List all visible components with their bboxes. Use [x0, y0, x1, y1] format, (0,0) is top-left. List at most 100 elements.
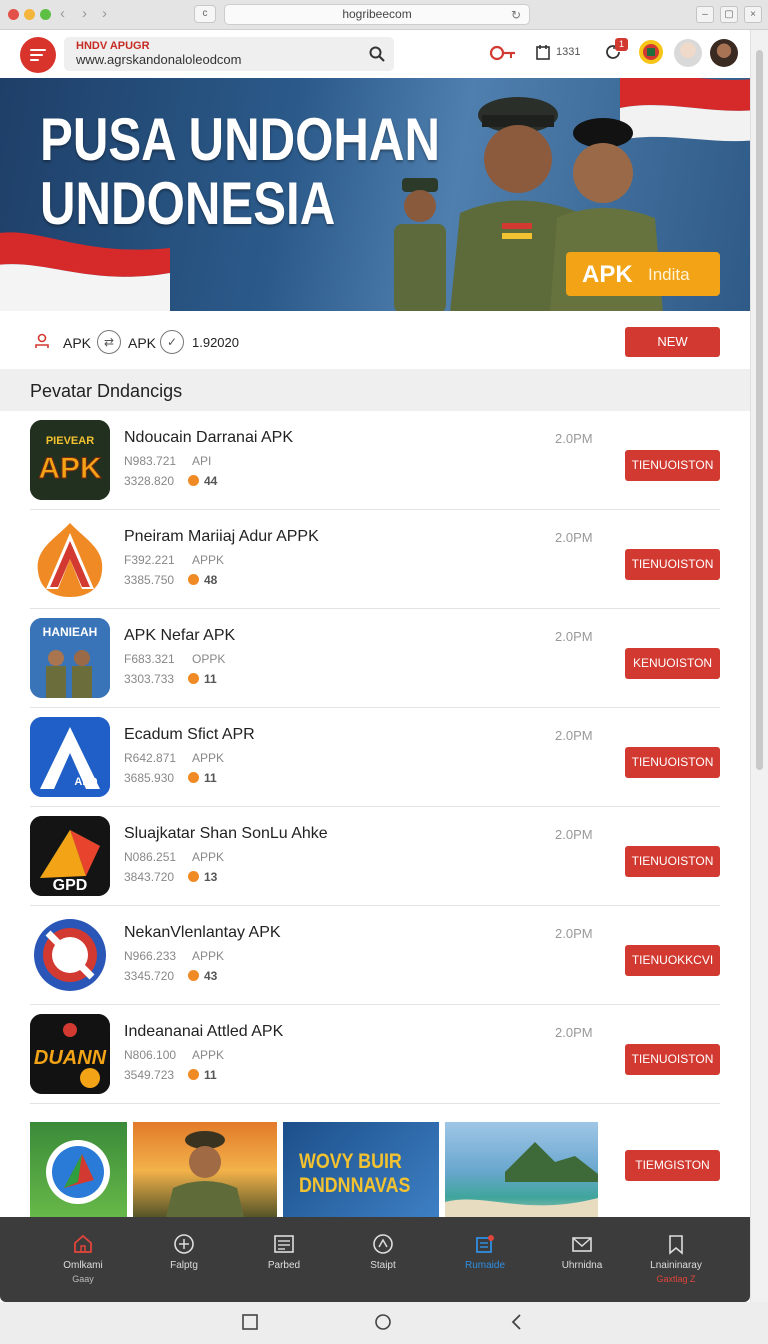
gallery-image-banner[interactable]: WOVY BUIR DNDNNAVAS: [283, 1122, 439, 1230]
list-item[interactable]: NekanVlenlantay APK N966.233 APPK 3345.7…: [30, 906, 720, 1005]
app-meta: F392.221: [124, 553, 175, 567]
gallery-banner-line1: WOVY BUIR: [299, 1150, 402, 1173]
banner-title-line1: PUSA UNDOHAN: [40, 106, 440, 173]
svg-text:APD: APD: [74, 776, 97, 788]
app-downloads: 3303.733: [124, 672, 175, 686]
hamburger-menu-icon[interactable]: [20, 37, 56, 73]
url-bar[interactable]: hogribeecom ↻: [224, 4, 530, 25]
forward-arrow-icon-2[interactable]: ›: [102, 5, 107, 22]
avatar-2[interactable]: [710, 39, 738, 67]
back-icon[interactable]: [508, 1313, 526, 1331]
minus-icon[interactable]: –: [696, 6, 714, 23]
window-controls: [8, 9, 51, 20]
bookmark-icon: [669, 1235, 683, 1255]
app-icon[interactable]: HANIEAH: [30, 618, 110, 698]
scrollbar[interactable]: [750, 30, 768, 1302]
calendar-icon[interactable]: [536, 44, 550, 60]
app-downloads: 3843.720: [124, 870, 175, 884]
register-button[interactable]: TIEMGISTON: [625, 1150, 720, 1181]
app-icon[interactable]: [30, 519, 110, 599]
download-button[interactable]: TIENUOISTON: [625, 747, 720, 778]
info-item-2: APK: [128, 335, 157, 351]
app-name[interactable]: Indeananai Attled APK: [124, 1023, 283, 1041]
nav-label-news: Parbed: [267, 1260, 301, 1271]
maximize-window-button[interactable]: [40, 9, 51, 20]
download-button[interactable]: TIENUOISTON: [625, 549, 720, 580]
list-item[interactable]: APD Ecadum Sfict APR R642.871 APPK 3685.…: [30, 708, 720, 807]
home-circle-icon[interactable]: [374, 1313, 392, 1331]
app-time: 2.0PM: [555, 728, 593, 743]
svg-text:DUANN: DUANN: [34, 1047, 107, 1069]
app-icon[interactable]: PIEVEAR APK: [30, 420, 110, 500]
nav-item-mail[interactable]: Uhrnidna: [532, 1217, 632, 1302]
gallery-image-beach[interactable]: [445, 1122, 598, 1230]
nav-item-news[interactable]: Parbed: [234, 1217, 334, 1302]
download-button[interactable]: TIENUOISTON: [625, 450, 720, 481]
list-item[interactable]: HANIEAH APK Nefar APK F683.321 OPPK 3303…: [30, 609, 720, 708]
tab-icon[interactable]: c: [194, 5, 216, 23]
app-type: APPK: [192, 949, 225, 963]
app-rating: 11: [204, 771, 217, 785]
app-name[interactable]: APK Nefar APK: [124, 627, 235, 645]
nav-item-list[interactable]: Rumaide: [435, 1217, 535, 1302]
back-arrow-icon[interactable]: ‹: [60, 5, 65, 22]
scrollbar-thumb[interactable]: [756, 50, 763, 770]
app-type: OPPK: [192, 652, 226, 666]
new-button[interactable]: NEW: [625, 327, 720, 357]
app-name[interactable]: NekanVlenlantay APK: [124, 924, 281, 942]
recent-apps-icon[interactable]: [241, 1313, 259, 1331]
nav-sublabel-bookmark: Gaxtlag Z: [656, 1274, 696, 1284]
banner-title: PUSA UNDOHAN UNDONESIA: [40, 108, 440, 236]
app-icon[interactable]: GPD: [30, 816, 110, 896]
svg-text:PIEVEAR: PIEVEAR: [46, 435, 94, 447]
brand-label: HNDV APUGR: [76, 40, 150, 52]
list-item[interactable]: GPD Sluajkatar Shan SonLu Ahke N086.251 …: [30, 807, 720, 906]
close-window-button[interactable]: [8, 9, 19, 20]
download-button[interactable]: TIENUOISTON: [625, 1044, 720, 1075]
gallery-image-map[interactable]: [30, 1122, 127, 1230]
info-item-1: APK: [63, 335, 92, 351]
app-icon[interactable]: APD: [30, 717, 110, 797]
app-downloads: 3685.930: [124, 771, 175, 785]
nav-item-explore[interactable]: Falptg: [134, 1217, 234, 1302]
app-meta: N983.721: [124, 454, 177, 468]
nav-item-home[interactable]: Omlkami Gaay: [33, 1217, 133, 1302]
minimize-window-button[interactable]: [24, 9, 35, 20]
app-name[interactable]: Sluajkatar Shan SonLu Ahke: [124, 825, 328, 843]
list-item[interactable]: DUANN Indeananai Attled APK N806.100 APP…: [30, 1005, 720, 1104]
search-icon[interactable]: [368, 45, 386, 63]
download-button[interactable]: TIENUOISTON: [625, 846, 720, 877]
close-icon[interactable]: ×: [744, 6, 762, 23]
nav-item-settings[interactable]: Staipt: [333, 1217, 433, 1302]
forward-arrow-icon[interactable]: ›: [82, 5, 87, 22]
bottom-navigation: Omlkami Gaay Falptg Parbed Staipt Rumaid…: [0, 1217, 750, 1302]
reload-icon[interactable]: ↻: [511, 6, 521, 25]
avatar-1[interactable]: [674, 39, 702, 67]
list-item[interactable]: Pneiram Mariiaj Adur APPK F392.221 APPK …: [30, 510, 720, 609]
nav-label-home: Omlkami: [63, 1260, 103, 1271]
list-item[interactable]: PIEVEAR APK Ndoucain Darranai APK N983.72…: [30, 411, 720, 510]
download-button[interactable]: KENUOISTON: [625, 648, 720, 679]
gallery-banner-line2: DNDNNAVAS: [299, 1174, 411, 1197]
gallery-image-officer[interactable]: [133, 1122, 277, 1230]
section-title: Pevatar Dndancigs: [30, 381, 183, 401]
app-icon[interactable]: DUANN: [30, 1014, 110, 1094]
nav-item-bookmark[interactable]: Lnaininaray Gaxtlag Z: [626, 1217, 726, 1302]
search-input[interactable]: HNDV APUGR www.agrskandonaloleodcom: [64, 37, 394, 71]
app-name[interactable]: Ndoucain Darranai APK: [124, 429, 293, 447]
app-time: 2.0PM: [555, 530, 593, 545]
app-name[interactable]: Ecadum Sfict APR: [124, 726, 255, 744]
hero-banner[interactable]: PUSA UNDOHAN UNDONESIA APK Indita: [0, 78, 750, 311]
square-icon[interactable]: ▢: [720, 6, 738, 23]
app-name[interactable]: Pneiram Mariiaj Adur APPK: [124, 528, 319, 546]
check-icon: ✓: [160, 330, 184, 354]
emblem-icon[interactable]: [638, 38, 664, 66]
url-text: hogribeecom: [342, 7, 412, 21]
search-text: www.agrskandonaloleodcom: [76, 52, 242, 67]
nav-label-bookmark: Lnaininaray: [650, 1260, 702, 1271]
app-icon[interactable]: [30, 915, 110, 995]
download-button[interactable]: TIENUOKKCVI: [625, 945, 720, 976]
apk-badge[interactable]: APK Indita: [566, 252, 720, 296]
key-icon[interactable]: [488, 42, 518, 64]
svg-text:GPD: GPD: [53, 877, 88, 894]
